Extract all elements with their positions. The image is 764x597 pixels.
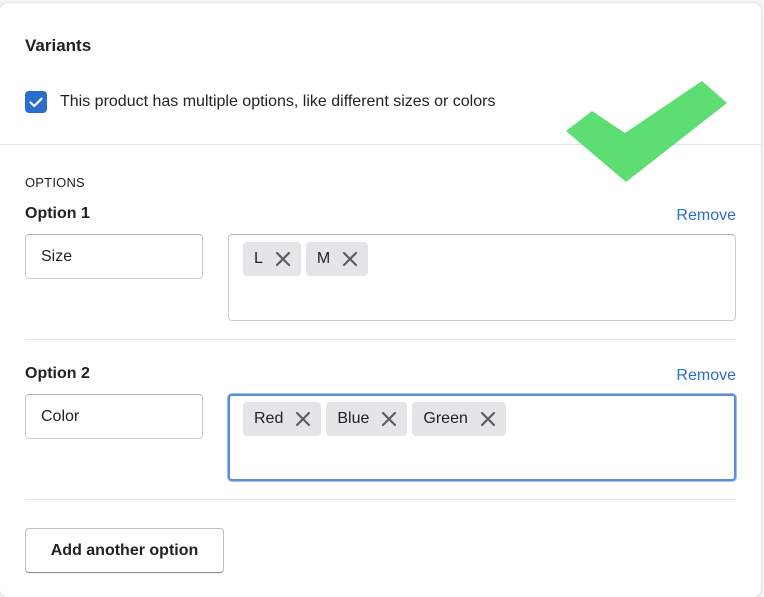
option-divider — [25, 339, 736, 340]
check-icon — [29, 97, 43, 107]
option-2-values-input[interactable]: Red Blue Green — [228, 394, 736, 481]
option-divider — [25, 499, 736, 500]
option-2-value-tag: Blue — [326, 402, 408, 436]
card-title: Variants — [25, 36, 92, 55]
option-2-value-tag: Red — [243, 402, 322, 436]
variants-card: Variants This product has multiple optio… — [0, 3, 761, 597]
multiple-options-checkbox-row[interactable]: This product has multiple options, like … — [25, 91, 495, 113]
tag-label: Green — [423, 410, 468, 427]
option-2-remove-link[interactable]: Remove — [676, 367, 736, 385]
options-heading: OPTIONS — [25, 175, 85, 190]
option-1-remove-link[interactable]: Remove — [676, 207, 736, 225]
close-icon[interactable] — [293, 409, 313, 429]
close-icon[interactable] — [379, 409, 399, 429]
option-2-label: Option 2 — [25, 365, 90, 382]
option-2-name-input[interactable] — [25, 394, 203, 439]
option-1-label: Option 1 — [25, 205, 90, 222]
option-2-value-tag: Green — [412, 402, 506, 436]
close-icon[interactable] — [273, 249, 293, 269]
tag-label: M — [316, 250, 331, 267]
close-icon[interactable] — [478, 409, 498, 429]
tag-label: Blue — [337, 410, 370, 427]
option-1-name-input[interactable] — [25, 234, 203, 279]
close-icon[interactable] — [340, 249, 360, 269]
multiple-options-checkbox[interactable] — [25, 91, 47, 113]
add-another-option-button[interactable]: Add another option — [25, 528, 224, 573]
tag-label: Red — [254, 410, 284, 427]
option-1-values-input[interactable]: L M — [228, 234, 736, 321]
multiple-options-label: This product has multiple options, like … — [60, 93, 496, 110]
option-1-value-tag: L — [243, 242, 301, 276]
option-1-value-tag: M — [305, 242, 369, 276]
section-divider — [0, 144, 761, 145]
tag-label: L — [254, 250, 263, 267]
